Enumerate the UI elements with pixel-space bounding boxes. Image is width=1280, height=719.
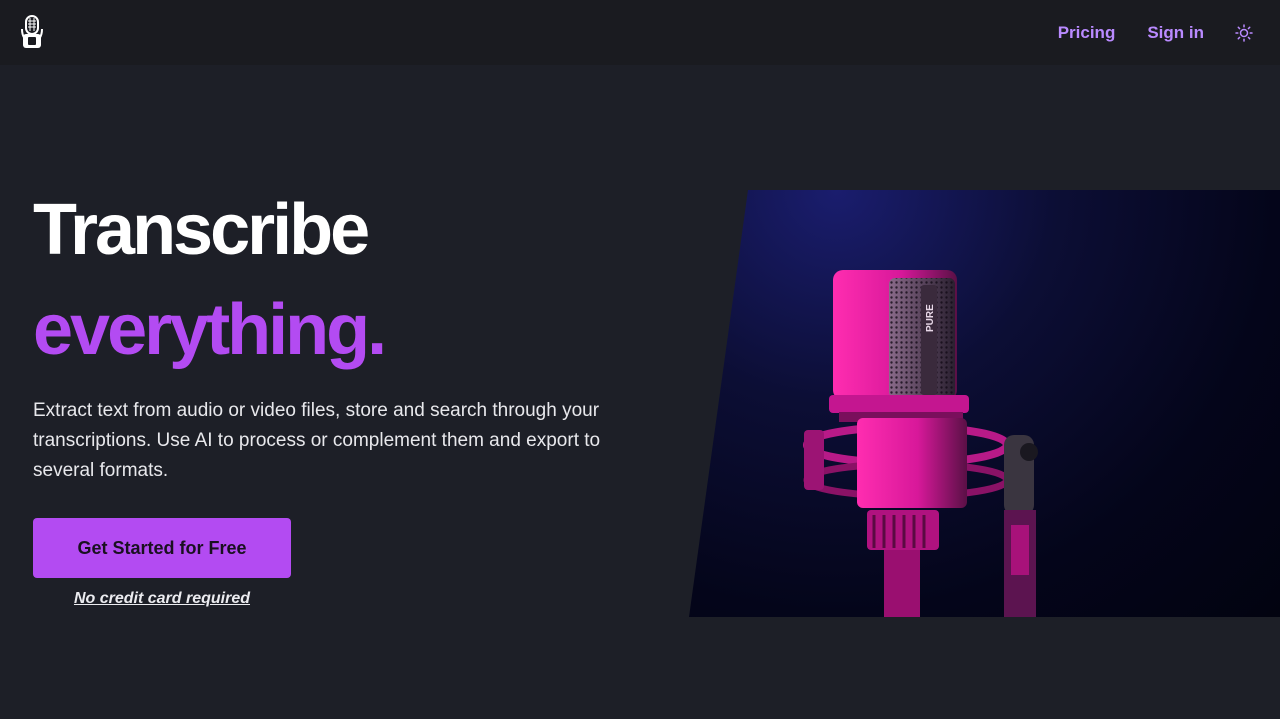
nav-link-sign-in[interactable]: Sign in xyxy=(1147,23,1204,43)
hero-description: Extract text from audio or video files, … xyxy=(33,400,601,481)
nav-link-pricing[interactable]: Pricing xyxy=(1058,23,1116,43)
sun-icon xyxy=(1235,23,1253,42)
theme-toggle-button[interactable] xyxy=(1232,21,1256,45)
hero-microphone-image: PURE xyxy=(689,190,1280,617)
hero-title: Transcribe everything. xyxy=(33,190,387,370)
hero-title-line2: everything. xyxy=(33,290,387,370)
microphone-logo-icon[interactable] xyxy=(19,15,45,49)
mic-brand-label: PURE xyxy=(925,304,936,332)
nav-links: Pricing Sign in xyxy=(1058,0,1256,65)
get-started-button[interactable]: Get Started for Free xyxy=(33,518,291,578)
navbar: Pricing Sign in xyxy=(0,0,1280,65)
hero-title-line1: Transcribe xyxy=(33,190,370,270)
no-credit-card-note: No credit card required xyxy=(73,590,251,607)
